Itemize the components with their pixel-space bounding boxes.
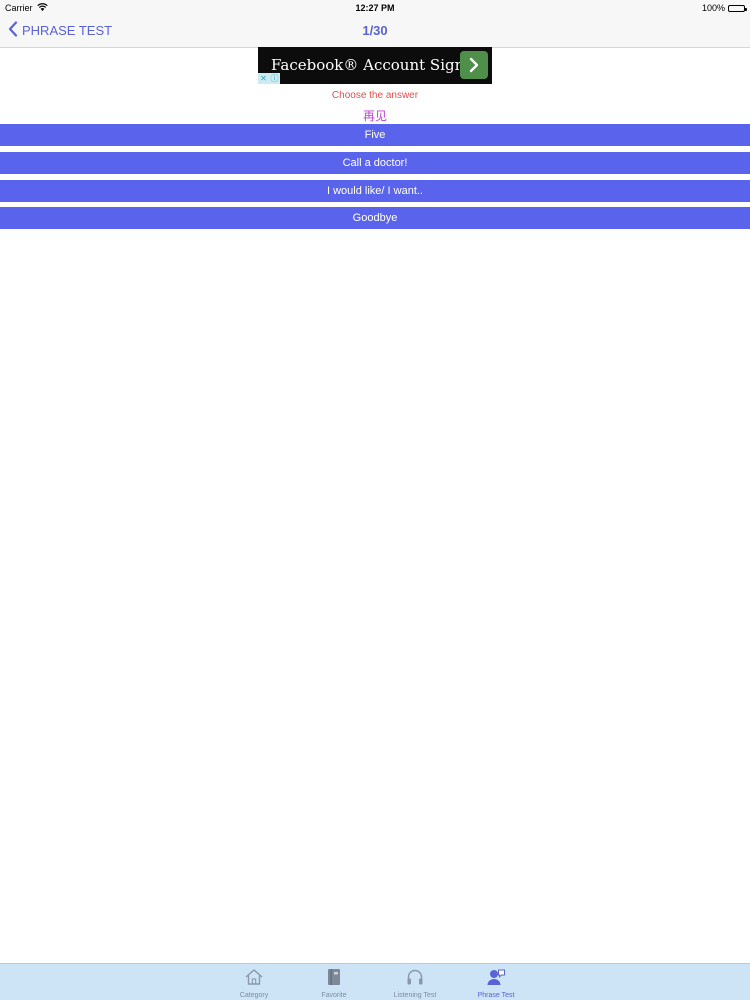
- ad-choices: ✕ ⓘ: [258, 73, 280, 84]
- page-title: 1/30: [362, 23, 388, 38]
- chevron-right-icon[interactable]: [460, 51, 488, 79]
- ad-close-icon[interactable]: ✕: [258, 73, 269, 84]
- answer-button[interactable]: Call a doctor!: [0, 152, 750, 174]
- ad-banner[interactable]: Facebook® Account Sign U ✕ ⓘ: [258, 47, 492, 84]
- tab-listening-test[interactable]: Listening Test: [375, 967, 455, 999]
- answer-button[interactable]: I would like/ I want..: [0, 180, 750, 202]
- tab-label: Listening Test: [393, 992, 437, 999]
- status-right: 100%: [701, 3, 747, 13]
- book-icon: [324, 967, 344, 987]
- tab-phrase-test[interactable]: Phrase Test: [456, 967, 536, 999]
- headphones-icon: [405, 967, 425, 987]
- ad-text[interactable]: Facebook® Account Sign U: [271, 56, 482, 74]
- answer-button[interactable]: Five: [0, 124, 750, 146]
- tab-bar: Category Favorite Listening Test Phrase …: [0, 963, 750, 1000]
- tab-label: Phrase Test: [477, 992, 515, 999]
- quiz-question: 再见: [362, 109, 387, 123]
- tab-category[interactable]: Category: [214, 967, 294, 999]
- battery-icon: [728, 4, 747, 12]
- ad-info-icon[interactable]: ⓘ: [269, 73, 280, 84]
- tab-label: Favorite: [321, 992, 347, 999]
- status-bar: Carrier 12:27 PM 100%: [0, 0, 750, 16]
- battery-percent: 100%: [701, 3, 725, 13]
- answer-button[interactable]: Goodbye: [0, 207, 750, 229]
- person-chat-icon: [486, 967, 506, 987]
- navigation-bar: PHRASE TEST 1/30: [0, 16, 750, 48]
- tab-label: Category: [239, 992, 269, 999]
- quiz-prompt: Choose the answer: [331, 90, 419, 101]
- status-time: 12:27 PM: [355, 3, 395, 13]
- tab-favorite[interactable]: Favorite: [294, 967, 374, 999]
- phrase-test-screen: Carrier 12:27 PM 100% PHRASE TEST 1/30 F…: [0, 0, 750, 1000]
- home-icon: [244, 967, 264, 987]
